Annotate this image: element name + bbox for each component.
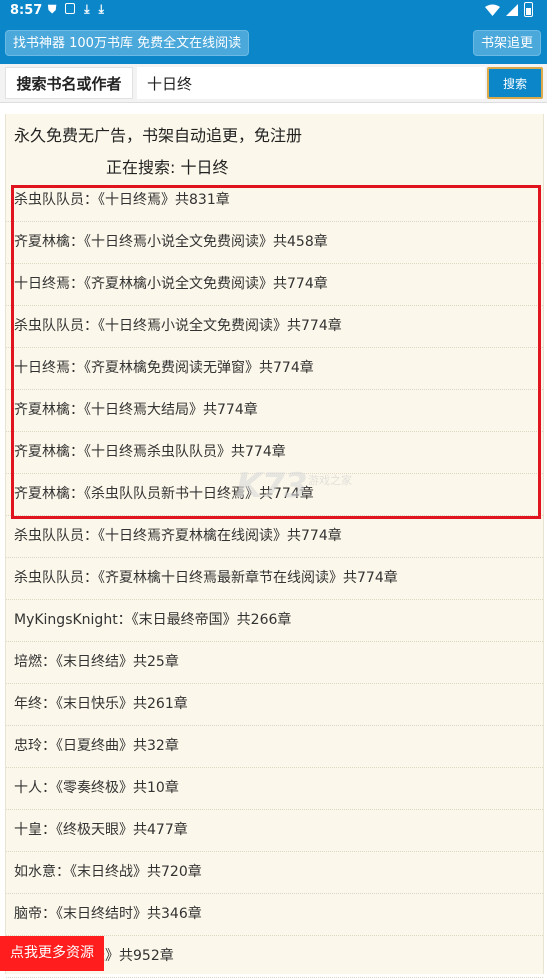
status-bar: 8:57 ⛊ ⤓ ⤓ (0, 0, 547, 24)
result-item[interactable]: MyKingsKnight：《末日最终帝国》共266章 (6, 600, 543, 642)
result-item[interactable]: 杀虫队队员：《十日终焉齐夏林檎在线阅读》共774章 (6, 516, 543, 558)
wifi-icon (485, 4, 500, 16)
book-finder-button[interactable]: 找书神器 100万书库 免费全文在线阅读 (5, 30, 250, 56)
result-item[interactable]: 齐夏林檎：《十日终焉小说全文免费阅读》共458章 (6, 222, 543, 264)
notification-icon (65, 3, 76, 14)
signal-icon (506, 3, 518, 16)
app-bar: 找书神器 100万书库 免费全文在线阅读 书架追更 (0, 24, 547, 64)
search-button[interactable]: 搜索 (487, 67, 543, 99)
result-item[interactable]: 忠玲：《日夏终曲》共32章 (6, 726, 543, 768)
results-panel: 永久免费无广告，书架自动追更，免注册 正在搜索: 十日终 杀虫队队员：《十日终焉… (5, 114, 544, 978)
searching-status: 正在搜索: 十日终 (106, 158, 229, 177)
status-icons-right (485, 2, 533, 17)
result-item[interactable]: 齐夏林檎：《十日终焉杀虫队队员》共774章 (6, 432, 543, 474)
result-item[interactable]: 杀虫队队员：《十日终焉小说全文免费阅读》共774章 (6, 306, 543, 348)
search-input[interactable] (137, 67, 485, 99)
battery-icon (524, 2, 533, 17)
result-item[interactable]: 脑帝：《末日终结时》共346章 (6, 894, 543, 936)
bookshelf-button[interactable]: 书架追更 (472, 30, 541, 56)
promo-headline: 永久免费无广告，书架自动追更，免注册 (14, 126, 303, 145)
result-item[interactable]: 十人：《零奏终极》共10章 (6, 768, 543, 810)
shield-icon: ⛊ (48, 3, 57, 16)
result-item[interactable]: 齐夏林檎：《十日终焉大结局》共774章 (6, 390, 543, 432)
search-label: 搜索书名或作者 (5, 67, 133, 99)
result-item[interactable]: 杀虫队队员：《十日终焉》共831章 (6, 180, 543, 222)
result-item[interactable]: 杀虫队队员：《齐夏林檎十日终焉最新章节在线阅读》共774章 (6, 558, 543, 600)
download-icon-2: ⤓ (98, 2, 104, 16)
download-icon: ⤓ (84, 2, 90, 16)
status-time: 8:57 (10, 3, 43, 18)
more-resources-button[interactable]: 点我更多资源 (0, 936, 104, 971)
result-item[interactable]: 齐夏林檎：《杀虫队队员新书十日终焉》共774章 (6, 474, 543, 516)
result-item[interactable]: 年终：《末日快乐》共261章 (6, 684, 543, 726)
result-item[interactable]: 十皇：《终极天眼》共477章 (6, 810, 543, 852)
result-list: 杀虫队队员：《十日终焉》共831章 齐夏林檎：《十日终焉小说全文免费阅读》共45… (6, 180, 543, 978)
result-item[interactable]: 十日终焉：《齐夏林檎小说全文免费阅读》共774章 (6, 264, 543, 306)
search-bar: 搜索书名或作者 搜索 (0, 64, 547, 103)
result-item[interactable]: 如水意：《末日终战》共720章 (6, 852, 543, 894)
result-item[interactable]: 培燃：《末日终结》共25章 (6, 642, 543, 684)
result-item[interactable]: 十日终焉：《齐夏林檎免费阅读无弹窗》共774章 (6, 348, 543, 390)
status-icons-left: ⛊ ⤓ ⤓ (48, 3, 104, 17)
